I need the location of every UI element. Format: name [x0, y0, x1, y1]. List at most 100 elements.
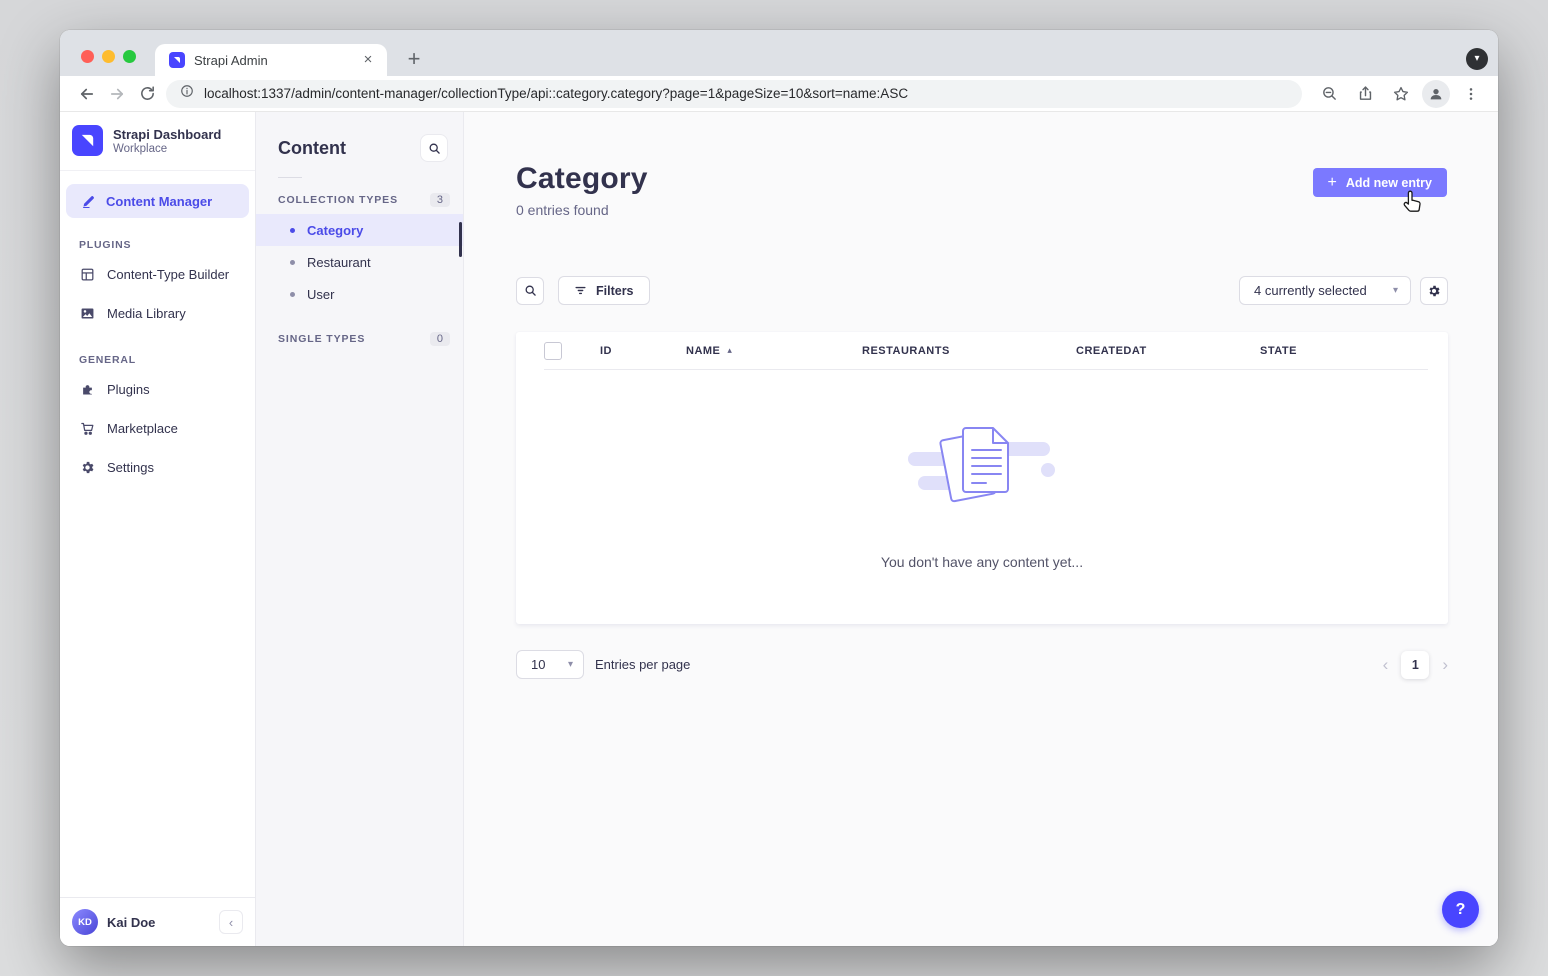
- app-name: Strapi Dashboard: [113, 127, 221, 142]
- sidebar-item-marketplace[interactable]: Marketplace: [60, 409, 255, 448]
- scrollbar-thumb[interactable]: [459, 222, 462, 257]
- filters-label: Filters: [596, 284, 634, 298]
- empty-documents-illustration: [906, 418, 1058, 518]
- subnav-title: Content: [278, 138, 346, 159]
- toolbar-actions: [1314, 79, 1486, 109]
- back-icon[interactable]: [72, 79, 102, 109]
- close-window-button[interactable]: [81, 50, 94, 63]
- table-search-button[interactable]: [516, 277, 544, 305]
- site-info-icon[interactable]: [180, 84, 194, 103]
- column-header-id[interactable]: ID: [600, 345, 686, 357]
- subnav-search-button[interactable]: [420, 134, 448, 162]
- subnav-item-label: Restaurant: [307, 255, 371, 270]
- browser-titlebar: Strapi Admin × + ▾: [60, 30, 1498, 76]
- browser-menu-icon[interactable]: [1456, 79, 1486, 109]
- minimize-window-button[interactable]: [102, 50, 115, 63]
- tab-title: Strapi Admin: [194, 53, 350, 68]
- sidebar-item-plugins[interactable]: Plugins: [60, 370, 255, 409]
- single-types-label: SINGLE TYPES: [278, 333, 365, 345]
- previous-page-icon[interactable]: ‹: [1383, 656, 1389, 673]
- help-button[interactable]: ?: [1442, 891, 1479, 928]
- search-icon: [428, 142, 441, 155]
- sidebar-item-settings[interactable]: Settings: [60, 448, 255, 487]
- browser-extension-icon[interactable]: ▾: [1466, 48, 1488, 70]
- columns-visibility-select[interactable]: 4 currently selected ▾: [1239, 276, 1411, 305]
- collapse-sidebar-button[interactable]: ‹: [219, 910, 243, 934]
- collection-types-count: 3: [430, 193, 450, 207]
- zoom-icon[interactable]: [1314, 79, 1344, 109]
- image-icon: [79, 306, 95, 321]
- strapi-app: Strapi Dashboard Workplace Content Manag…: [60, 112, 1498, 946]
- sidebar-item-content-manager[interactable]: Content Manager: [66, 184, 249, 218]
- page-title: Category: [516, 162, 648, 196]
- new-tab-button[interactable]: +: [400, 46, 428, 74]
- bullet-icon: [290, 228, 295, 233]
- column-header-restaurants[interactable]: RESTAURANTS: [862, 345, 1076, 357]
- divider: [278, 177, 302, 178]
- pen-icon: [80, 194, 96, 209]
- forward-icon[interactable]: [102, 79, 132, 109]
- user-name: Kai Doe: [107, 915, 210, 930]
- empty-state: You don't have any content yet...: [516, 369, 1448, 624]
- sidebar-item-label: Plugins: [107, 382, 150, 397]
- bullet-icon: [290, 292, 295, 297]
- filter-toolbar: Filters 4 currently selected ▾: [516, 276, 1448, 305]
- strapi-favicon-icon: [169, 52, 185, 68]
- sidebar-item-label: Content-Type Builder: [107, 267, 229, 282]
- question-mark-icon: ?: [1456, 901, 1466, 919]
- add-new-entry-button[interactable]: + Add new entry: [1313, 168, 1447, 197]
- plus-icon: +: [1328, 175, 1337, 191]
- chevron-down-icon: ▾: [1393, 285, 1398, 296]
- reload-icon[interactable]: [132, 79, 162, 109]
- sort-ascending-icon: ▴: [727, 345, 732, 356]
- search-icon: [524, 284, 537, 297]
- table-header-row: ID NAME ▴ RESTAURANTS CREATEDAT STATE: [516, 332, 1448, 369]
- next-page-icon[interactable]: ›: [1442, 656, 1448, 673]
- empty-state-message: You don't have any content yet...: [881, 554, 1083, 570]
- share-icon[interactable]: [1350, 79, 1380, 109]
- select-all-checkbox[interactable]: [544, 342, 562, 360]
- chevron-left-icon: ‹: [229, 915, 233, 930]
- chevron-down-icon: ▾: [568, 659, 573, 670]
- subnav-item-category[interactable]: Category: [256, 214, 463, 246]
- main-content: Category 0 entries found + Add new entry…: [464, 112, 1498, 946]
- sidebar-item-label: Marketplace: [107, 421, 178, 436]
- url-text: localhost:1337/admin/content-manager/col…: [204, 86, 908, 101]
- subnav-item-label: User: [307, 287, 334, 302]
- desktop: Strapi Admin × + ▾ localhost:1337/admin/…: [0, 0, 1548, 976]
- page-navigation: ‹ 1 ›: [1383, 651, 1448, 679]
- layout-grid-icon: [79, 267, 95, 282]
- sidebar-item-media-library[interactable]: Media Library: [60, 294, 255, 333]
- table-settings-button[interactable]: [1420, 277, 1448, 305]
- sidebar-item-content-type-builder[interactable]: Content-Type Builder: [60, 255, 255, 294]
- sidebar-item-label: Media Library: [107, 306, 186, 321]
- entries-per-page-label: Entries per page: [595, 657, 690, 672]
- entries-table: ID NAME ▴ RESTAURANTS CREATEDAT STATE: [516, 332, 1448, 624]
- user-profile-row[interactable]: KD Kai Doe ‹: [60, 897, 255, 946]
- bullet-icon: [290, 260, 295, 265]
- bookmark-star-icon[interactable]: [1386, 79, 1416, 109]
- filters-button[interactable]: Filters: [558, 276, 650, 305]
- browser-window: Strapi Admin × + ▾ localhost:1337/admin/…: [60, 30, 1498, 946]
- tab-close-icon[interactable]: ×: [359, 51, 377, 69]
- column-header-state[interactable]: STATE: [1260, 345, 1428, 357]
- strapi-logo-icon: [72, 125, 103, 156]
- address-bar[interactable]: localhost:1337/admin/content-manager/col…: [166, 80, 1302, 108]
- page-size-value: 10: [531, 657, 568, 672]
- column-header-name[interactable]: NAME ▴: [686, 345, 862, 357]
- subnav-item-user[interactable]: User: [256, 278, 463, 310]
- add-new-entry-label: Add new entry: [1346, 176, 1432, 190]
- current-page-button[interactable]: 1: [1401, 651, 1429, 679]
- column-header-createdat[interactable]: CREATEDAT: [1076, 345, 1260, 357]
- gear-icon: [1427, 284, 1441, 298]
- workspace-header[interactable]: Strapi Dashboard Workplace: [60, 112, 255, 170]
- page-size-select[interactable]: 10 ▾: [516, 650, 584, 679]
- maximize-window-button[interactable]: [123, 50, 136, 63]
- browser-profile-avatar[interactable]: [1422, 80, 1450, 108]
- subnav-item-restaurant[interactable]: Restaurant: [256, 246, 463, 278]
- puzzle-icon: [79, 382, 95, 397]
- subnav-item-label: Category: [307, 223, 363, 238]
- sidebar-item-label: Settings: [107, 460, 154, 475]
- browser-tab[interactable]: Strapi Admin ×: [155, 44, 387, 76]
- filter-icon: [574, 284, 587, 297]
